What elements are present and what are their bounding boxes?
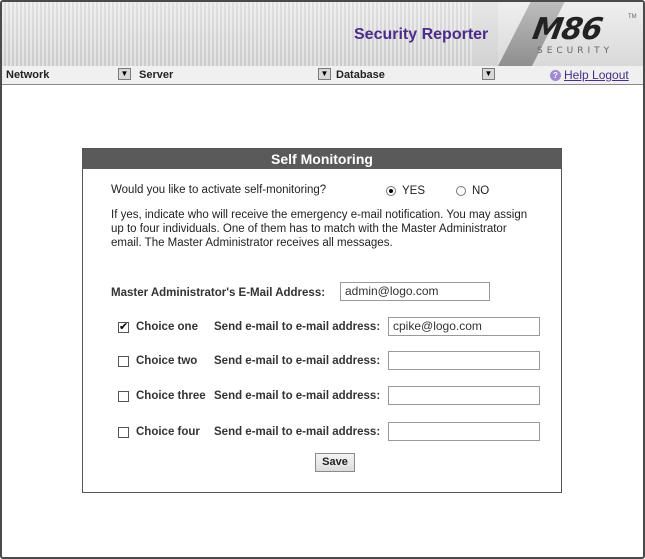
app-title: Security Reporter <box>354 26 489 43</box>
help-icon[interactable]: ? <box>550 70 561 81</box>
panel-title: Self Monitoring <box>83 149 561 169</box>
master-email-input[interactable]: admin@logo.com <box>340 282 490 301</box>
menu-server[interactable]: Server <box>139 69 173 81</box>
trademark: TM <box>628 14 637 20</box>
logout-link[interactable]: Logout <box>592 68 629 82</box>
network-dropdown-icon[interactable]: ▼ <box>118 68 131 80</box>
server-dropdown-icon[interactable]: ▼ <box>318 68 331 80</box>
instructions-text: If yes, indicate who will receive the em… <box>111 209 528 249</box>
menu-network[interactable]: Network <box>6 69 49 81</box>
choice-three-checkbox[interactable] <box>118 391 129 402</box>
activation-question: Would you like to activate self-monitori… <box>111 184 327 196</box>
menu-bar: Network ▼ Server ▼ Database ▼ ? Help Logo… <box>2 66 643 85</box>
choice-four-label: Choice four <box>136 426 200 438</box>
choice-three-email-input[interactable] <box>388 386 540 405</box>
app-window: Security Reporter M86 SECURITY TM Networ… <box>0 0 645 559</box>
master-email-label: Master Administrator's E-Mail Address: <box>111 287 326 299</box>
self-monitoring-panel: Self Monitoring Would you like to activa… <box>82 148 562 493</box>
choice-four-checkbox[interactable] <box>118 427 129 438</box>
logo-subtitle: SECURITY <box>537 46 614 56</box>
choice-one-label: Choice one <box>136 321 198 333</box>
header-bar: Security Reporter M86 SECURITY TM <box>2 2 643 67</box>
send-email-label: Send e-mail to e-mail address: <box>214 321 381 333</box>
database-dropdown-icon[interactable]: ▼ <box>482 68 495 80</box>
save-button[interactable]: Save <box>315 453 355 472</box>
m86-logo: M86 <box>529 12 605 47</box>
yes-radio[interactable] <box>386 186 396 196</box>
send-email-label: Send e-mail to e-mail address: <box>214 390 381 402</box>
send-email-label: Send e-mail to e-mail address: <box>214 426 381 438</box>
choice-three-label: Choice three <box>136 390 206 402</box>
choice-two-email-input[interactable] <box>388 351 540 370</box>
help-logout-links: ? Help Logout <box>550 68 629 82</box>
yes-label: YES <box>402 185 426 197</box>
send-email-label: Send e-mail to e-mail address: <box>214 355 381 367</box>
choice-one-email-input[interactable]: cpike@logo.com <box>388 317 540 336</box>
choice-one-checkbox[interactable]: ✔ <box>118 322 129 333</box>
help-link[interactable]: Help <box>564 68 589 82</box>
no-radio[interactable] <box>456 186 466 196</box>
choice-four-email-input[interactable] <box>388 422 540 441</box>
menu-database[interactable]: Database <box>336 69 385 81</box>
choice-two-label: Choice two <box>136 355 198 367</box>
choice-two-checkbox[interactable] <box>118 356 129 367</box>
no-label: NO <box>472 185 490 197</box>
